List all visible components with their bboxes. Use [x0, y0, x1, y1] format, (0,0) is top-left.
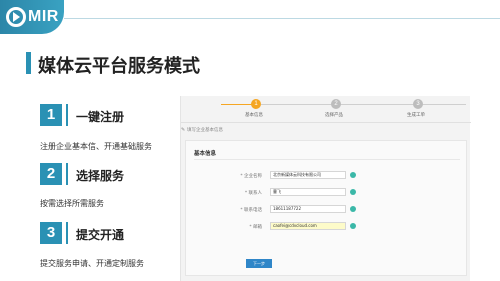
- header-divider: [64, 18, 500, 19]
- step-3-title: 提交开通: [76, 228, 125, 242]
- company-name-field[interactable]: 北京新媒体云科技有限公司: [270, 171, 346, 179]
- next-step-button[interactable]: 下一步: [246, 259, 272, 268]
- check-icon: [350, 172, 356, 178]
- step-2-desc: 按需选择所需服务: [40, 199, 104, 208]
- top-header: MIR: [0, 0, 500, 34]
- logo-text: MIR: [28, 8, 59, 25]
- progress-line-pending: [261, 104, 466, 105]
- step-3-desc: 提交服务申请、开通定制服务: [40, 259, 144, 268]
- progress-step-1-label: 基本信息: [245, 113, 263, 118]
- step-1-title: 一键注册: [76, 110, 125, 124]
- contact-field[interactable]: 曹飞: [270, 188, 346, 196]
- page-title: 媒体云平台服务模式: [38, 56, 200, 77]
- form-title-divider: [194, 159, 460, 160]
- step-3-number: 3: [40, 222, 62, 244]
- step-2-number: 2: [40, 163, 62, 185]
- basic-info-form: 基本信息 * 企业名称 北京新媒体云科技有限公司 * 联系人 曹飞 * 联系电话…: [185, 140, 467, 276]
- progress-step-2-label: 选择产品: [325, 113, 343, 118]
- progress-step-2[interactable]: 2: [331, 99, 341, 109]
- progress-step-1[interactable]: 1: [251, 99, 261, 109]
- form-title: 基本信息: [194, 151, 217, 157]
- logo: MIR: [0, 0, 64, 34]
- title-accent-bar: [26, 52, 31, 74]
- check-icon: [350, 189, 356, 195]
- play-icon: [13, 12, 20, 22]
- step-1-number: 1: [40, 104, 62, 126]
- panel-divider: [181, 122, 471, 123]
- phone-label: * 联系电话: [240, 208, 262, 213]
- edit-icon: ✎: [181, 127, 186, 133]
- company-name-label: * 企业名称: [240, 174, 262, 179]
- step-2-divider: [66, 163, 68, 185]
- step-2-title: 选择服务: [76, 169, 125, 183]
- email-label: * 邮箱: [249, 225, 262, 230]
- progress-step-3-label: 生成工单: [407, 113, 425, 118]
- step-1-desc: 注册企业基本信、开通基础服务: [40, 142, 152, 151]
- step-1-divider: [66, 104, 68, 126]
- check-icon: [350, 206, 356, 212]
- step-3-divider: [66, 222, 68, 244]
- breadcrumb: 填写企业基本信息: [187, 128, 223, 133]
- email-field[interactable]: caofei@cdvcloud.com: [270, 222, 346, 230]
- check-icon: [350, 223, 356, 229]
- contact-label: * 联系人: [244, 191, 262, 196]
- phone-field[interactable]: 18611187722: [270, 205, 346, 213]
- registration-screenshot: 1 基本信息 2 选择产品 3 生成工单 ✎ 填写企业基本信息 基本信息 * 企…: [180, 96, 471, 281]
- progress-step-3[interactable]: 3: [413, 99, 423, 109]
